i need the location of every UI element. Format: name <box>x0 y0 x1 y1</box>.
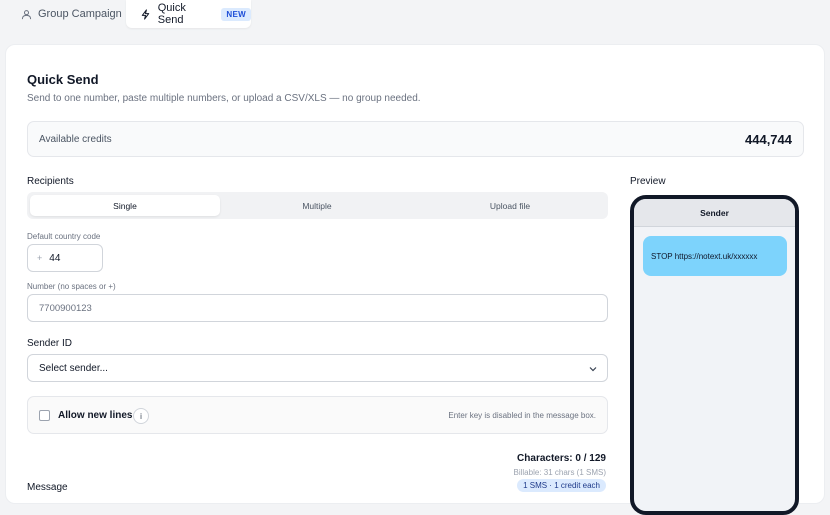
tab-label: Quick Send <box>157 2 186 26</box>
tab-bar: Group Campaign Quick Send NEW <box>0 0 830 30</box>
recipients-option-single[interactable]: Single <box>30 195 220 216</box>
users-icon <box>20 8 32 20</box>
tab-quick-send[interactable]: Quick Send NEW <box>126 0 251 28</box>
country-code-label: Default country code <box>27 232 101 241</box>
info-icon[interactable]: i <box>133 408 149 424</box>
recipients-option-upload-file[interactable]: Upload file <box>415 195 605 216</box>
credits-panel: Available credits 444,744 <box>27 121 804 157</box>
sms-credit-badge: 1 SMS · 1 credit each <box>517 479 606 492</box>
sender-select-value: Select sender... <box>39 362 108 374</box>
sender-select[interactable]: Select sender... <box>27 354 608 382</box>
enter-key-hint: Enter key is disabled in the message box… <box>448 411 596 420</box>
page-title: Quick Send <box>27 72 99 87</box>
billable-count: Billable: 31 chars (1 SMS) <box>513 468 606 477</box>
character-count: Characters: 0 / 129 <box>517 453 606 464</box>
tab-label: Group Campaign <box>38 8 122 20</box>
lightning-icon <box>140 8 152 20</box>
chevron-down-icon <box>588 364 598 374</box>
new-badge: NEW <box>221 7 251 21</box>
message-label: Message <box>27 482 68 493</box>
preview-label: Preview <box>630 176 666 187</box>
allow-new-lines-label: Allow new lines <box>58 410 133 421</box>
quick-send-card: Quick Send Send to one number, paste mul… <box>5 44 825 515</box>
allow-new-lines-panel: Allow new lines i Enter key is disabled … <box>27 396 608 434</box>
number-placeholder: 7700900123 <box>39 302 92 314</box>
allow-new-lines-checkbox[interactable] <box>39 410 50 421</box>
credits-value: 444,744 <box>745 132 792 147</box>
number-label: Number (no spaces or +) <box>27 282 116 291</box>
sender-id-label: Sender ID <box>27 338 73 349</box>
preview-sender-header: Sender <box>634 199 795 227</box>
recipients-label: Recipients <box>27 176 74 187</box>
tab-group-campaign[interactable]: Group Campaign <box>12 0 124 28</box>
country-code-input[interactable]: + 44 <box>27 244 103 272</box>
page-subtitle: Send to one number, paste multiple numbe… <box>27 93 421 104</box>
phone-preview: Sender STOP https://notext.uk/xxxxxx <box>630 195 799 515</box>
country-code-value: 44 <box>49 252 61 264</box>
preview-message-bubble: STOP https://notext.uk/xxxxxx <box>643 236 787 276</box>
recipients-segmented-control: Single Multiple Upload file <box>27 192 608 219</box>
number-input[interactable]: 7700900123 <box>27 294 608 322</box>
credits-label: Available credits <box>39 134 112 145</box>
recipients-option-multiple[interactable]: Multiple <box>222 195 412 216</box>
plus-prefix: + <box>37 253 43 263</box>
